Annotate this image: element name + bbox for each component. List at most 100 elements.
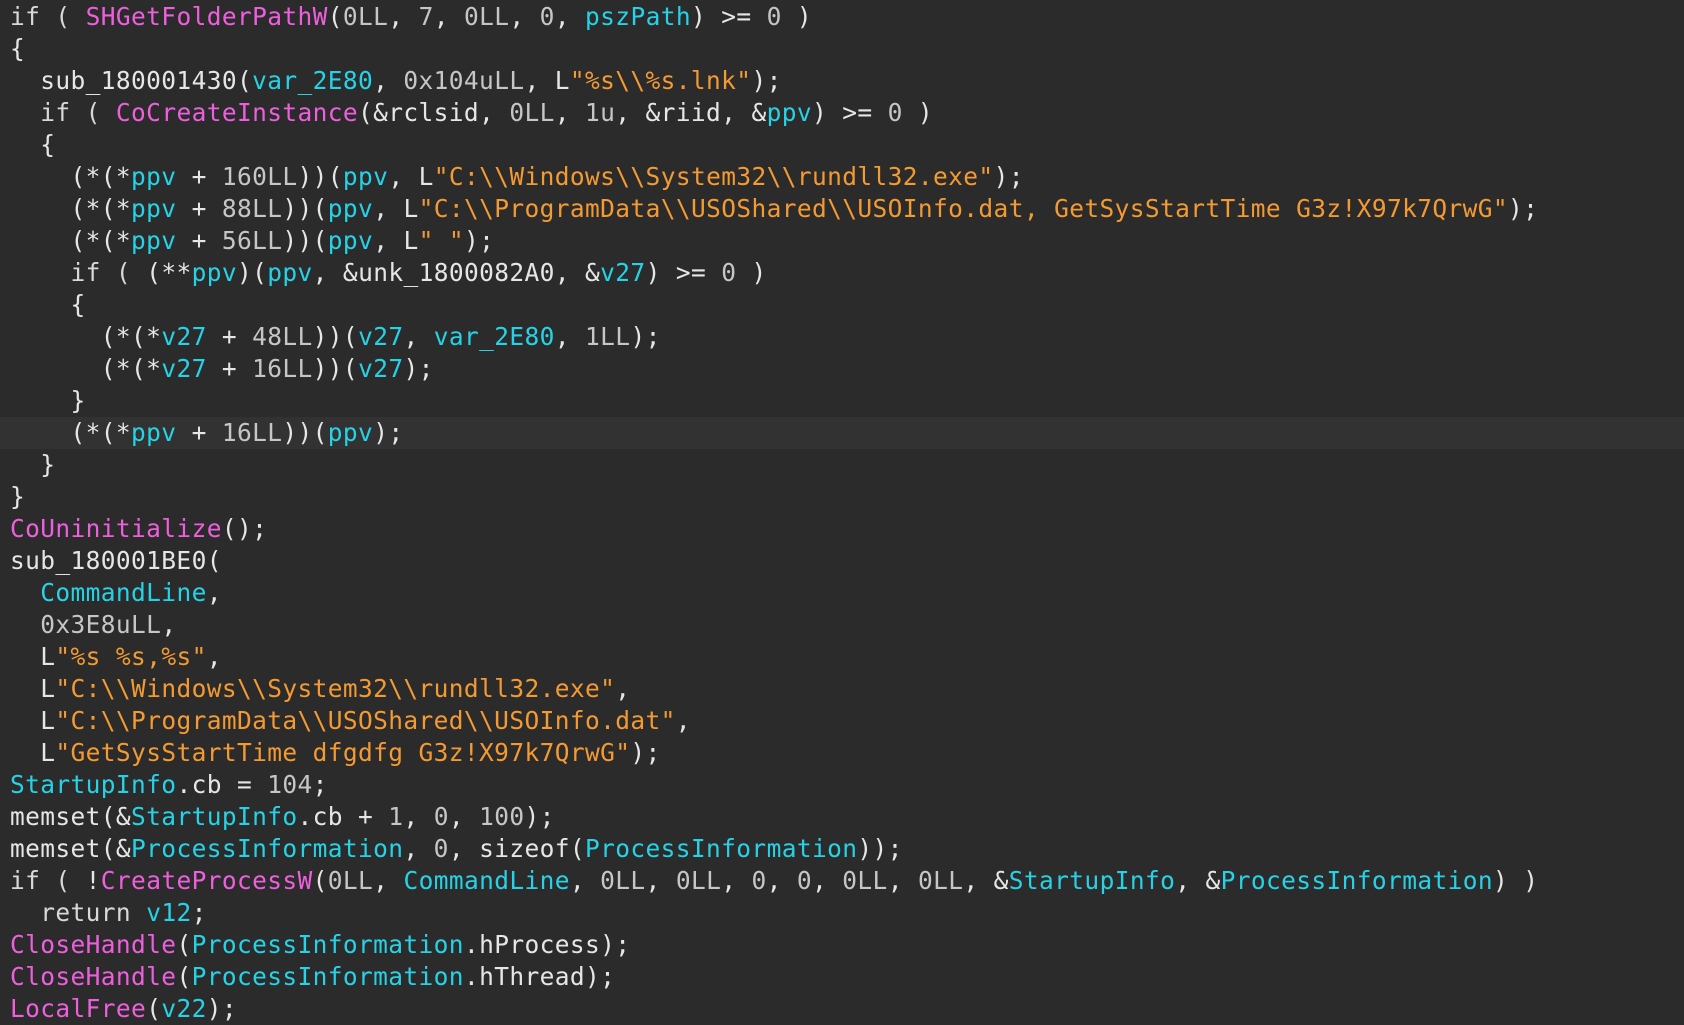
code-token: );: [630, 738, 661, 767]
number-literal: 0x104uLL: [403, 66, 525, 95]
code-token: ,: [569, 866, 601, 895]
variable-name[interactable]: pszPath: [585, 2, 691, 31]
code-line[interactable]: CloseHandle(ProcessInformation.hThread);: [0, 961, 1684, 993]
code-line[interactable]: }: [0, 481, 1684, 513]
code-token: ,: [448, 802, 480, 831]
pseudocode-view[interactable]: if ( SHGetFolderPathW(0LL, 7, 0LL, 0, ps…: [0, 0, 1684, 1023]
current-code-line[interactable]: (*(*ppv + 16LL))(ppv);: [0, 417, 1684, 449]
code-line[interactable]: memset(&ProcessInformation, 0, sizeof(Pr…: [0, 833, 1684, 865]
code-token: ,: [161, 610, 177, 639]
code-line[interactable]: }: [0, 385, 1684, 417]
variable-name[interactable]: var_2E80: [252, 66, 373, 95]
code-line[interactable]: (*(*ppv + 160LL))(ppv, L"C:\\Windows\\Sy…: [0, 161, 1684, 193]
variable-name[interactable]: CommandLine: [403, 866, 569, 895]
code-line[interactable]: CloseHandle(ProcessInformation.hProcess)…: [0, 929, 1684, 961]
function-name[interactable]: LocalFree: [10, 994, 146, 1023]
function-name[interactable]: CreateProcessW: [101, 866, 313, 895]
variable-name[interactable]: v27: [358, 322, 403, 351]
code-token: (**: [146, 258, 192, 287]
code-line[interactable]: }: [0, 449, 1684, 481]
variable-name[interactable]: ProcessInformation: [192, 962, 464, 991]
code-line[interactable]: (*(*v27 + 16LL))(v27);: [0, 353, 1684, 385]
function-name[interactable]: SHGetFolderPathW: [86, 2, 328, 31]
code-line[interactable]: 0x3E8uLL,: [0, 609, 1684, 641]
code-token: memset(&: [10, 802, 132, 831]
string-literal: "GetSysStartTime dfgdfg G3z!X97k7QrwG": [55, 738, 631, 767]
variable-name[interactable]: ProcessInformation: [131, 834, 403, 863]
code-line[interactable]: return v12;: [0, 897, 1684, 929]
code-line[interactable]: if ( (**ppv)(ppv, &unk_1800082A0, &v27) …: [0, 257, 1684, 289]
number-literal: 0x3E8uLL: [40, 610, 162, 639]
code-line[interactable]: if ( SHGetFolderPathW(0LL, 7, 0LL, 0, ps…: [0, 1, 1684, 33]
code-token: ,: [812, 866, 843, 895]
variable-name[interactable]: v27: [161, 322, 206, 351]
string-literal: "C:\\Windows\\System32\\rundll32.exe": [55, 674, 616, 703]
code-line[interactable]: (*(*ppv + 88LL))(ppv, L"C:\\ProgramData\…: [0, 193, 1684, 225]
code-line[interactable]: {: [0, 33, 1684, 65]
code-line[interactable]: sub_180001430(var_2E80, 0x104uLL, L"%s\\…: [0, 65, 1684, 97]
variable-name[interactable]: ppv: [767, 98, 812, 127]
code-line[interactable]: (*(*v27 + 48LL))(v27, var_2E80, 1LL);: [0, 321, 1684, 353]
code-line[interactable]: {: [0, 129, 1684, 161]
code-line[interactable]: memset(&StartupInfo.cb + 1, 0, 100);: [0, 801, 1684, 833]
variable-name[interactable]: ppv: [131, 194, 176, 223]
variable-name[interactable]: StartupInfo: [1009, 866, 1175, 895]
code-token: }: [10, 482, 26, 511]
function-name[interactable]: CoCreateInstance: [116, 98, 358, 127]
variable-name[interactable]: ppv: [328, 418, 373, 447]
function-name[interactable]: CoUninitialize: [10, 514, 222, 543]
variable-name[interactable]: StartupInfo: [10, 770, 176, 799]
variable-name[interactable]: ppv: [192, 258, 237, 287]
variable-name[interactable]: v27: [161, 354, 206, 383]
variable-name[interactable]: CommandLine: [40, 578, 206, 607]
number-literal: 1LL: [585, 322, 631, 351]
code-token: , sizeof(: [448, 834, 585, 863]
code-token: sub_180001430(: [10, 66, 253, 95]
code-token: );: [464, 226, 495, 255]
code-line[interactable]: {: [0, 289, 1684, 321]
code-token: (: [146, 994, 162, 1023]
variable-name[interactable]: StartupInfo: [131, 802, 297, 831]
code-line[interactable]: sub_180001BE0(: [0, 545, 1684, 577]
variable-name[interactable]: v27: [600, 258, 645, 287]
code-line[interactable]: L"C:\\Windows\\System32\\rundll32.exe",: [0, 673, 1684, 705]
code-token: ): [781, 2, 813, 31]
variable-name[interactable]: ppv: [131, 418, 176, 447]
code-line[interactable]: if ( !CreateProcessW(0LL, CommandLine, 0…: [0, 865, 1684, 897]
code-line[interactable]: CommandLine,: [0, 577, 1684, 609]
variable-name[interactable]: ppv: [267, 258, 312, 287]
variable-name[interactable]: ppv: [343, 162, 388, 191]
code-token: ,: [509, 2, 540, 31]
variable-name[interactable]: v27: [358, 354, 403, 383]
code-line[interactable]: L"C:\\ProgramData\\USOShared\\USOInfo.da…: [0, 705, 1684, 737]
function-name[interactable]: CloseHandle: [10, 962, 176, 991]
code-token: (: [327, 2, 343, 31]
function-name[interactable]: CloseHandle: [10, 930, 176, 959]
code-line[interactable]: L"GetSysStartTime dfgdfg G3z!X97k7QrwG")…: [0, 737, 1684, 769]
code-line[interactable]: LocalFree(v22);: [0, 993, 1684, 1025]
code-token: (*(*: [10, 162, 132, 191]
code-token: ();: [221, 514, 268, 543]
code-line[interactable]: CoUninitialize();: [0, 513, 1684, 545]
code-token: {: [10, 34, 26, 63]
code-line[interactable]: StartupInfo.cb = 104;: [0, 769, 1684, 801]
variable-name[interactable]: var_2E80: [434, 322, 555, 351]
variable-name[interactable]: ppv: [131, 226, 176, 255]
code-line[interactable]: L"%s %s,%s",: [0, 641, 1684, 673]
code-token: +: [206, 354, 253, 383]
variable-name[interactable]: ProcessInformation: [585, 834, 857, 863]
variable-name[interactable]: v12: [146, 898, 191, 927]
number-literal: 0: [721, 258, 737, 287]
variable-name[interactable]: v22: [161, 994, 206, 1023]
number-literal: 0LL: [327, 866, 374, 895]
number-literal: 0: [433, 834, 449, 863]
variable-name[interactable]: ProcessInformation: [192, 930, 464, 959]
code-line[interactable]: if ( CoCreateInstance(&rclsid, 0LL, 1u, …: [0, 97, 1684, 129]
code-token: +: [176, 418, 222, 447]
code-line[interactable]: (*(*ppv + 56LL))(ppv, L" ");: [0, 225, 1684, 257]
variable-name[interactable]: ppv: [328, 226, 373, 255]
number-literal: 1u: [585, 98, 616, 127]
variable-name[interactable]: ppv: [131, 162, 176, 191]
variable-name[interactable]: ProcessInformation: [1221, 866, 1493, 895]
variable-name[interactable]: ppv: [328, 194, 373, 223]
